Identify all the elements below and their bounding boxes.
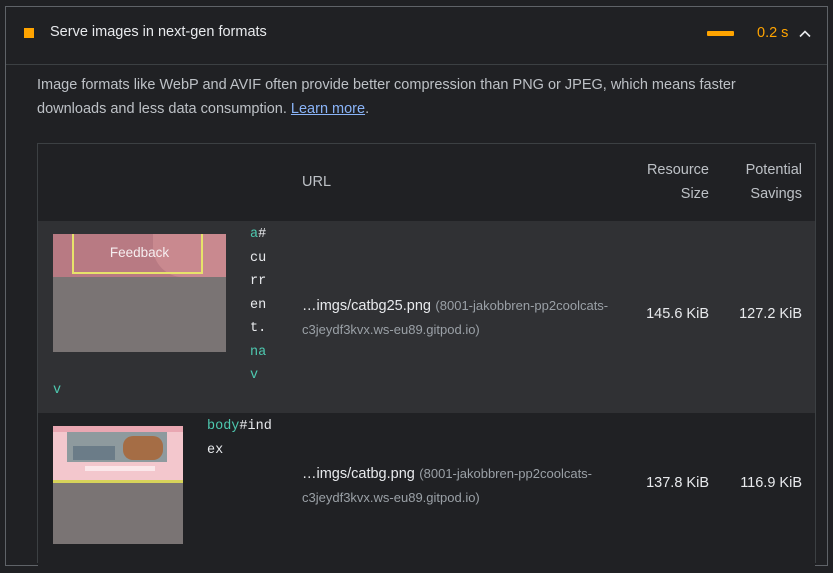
audit-panel: Serve images in next-gen formats 0.2 s I… xyxy=(5,6,828,573)
score-bar xyxy=(707,31,734,36)
column-header-resource-size: Resource Size xyxy=(598,158,709,206)
thumbnail-feedback-text: Feedback xyxy=(109,245,170,260)
description-period: . xyxy=(365,101,370,117)
warning-square-icon xyxy=(24,28,34,38)
url-path[interactable]: …imgs/catbg25.png xyxy=(302,298,431,314)
element-screenshot-thumbnail: Feedback xyxy=(53,234,226,352)
selector-tag: a xyxy=(250,227,259,242)
audit-header[interactable]: Serve images in next-gen formats 0.2 s xyxy=(6,7,827,65)
selector-tag: body xyxy=(207,419,240,434)
audit-description: Image formats like WebP and AVIF often p… xyxy=(37,73,807,121)
learn-more-link[interactable]: Learn more xyxy=(291,101,365,117)
url-path[interactable]: …imgs/catbg.png xyxy=(302,466,415,482)
selector-class: nav xyxy=(250,344,267,384)
resource-size: 145.6 KiB xyxy=(646,306,709,322)
column-header-potential-savings: Potential Savings xyxy=(718,158,802,206)
audit-title: Serve images in next-gen formats xyxy=(50,24,267,40)
score-value: 0.2 s xyxy=(757,25,789,41)
description-text: Image formats like WebP and AVIF often p… xyxy=(37,77,736,117)
table-header: URL Resource Size Potential Savings xyxy=(38,144,815,220)
column-header-resource-size-line2: Size xyxy=(680,186,709,202)
column-header-potential-savings-line1: Potential xyxy=(745,162,802,178)
selector-overflow: v xyxy=(53,383,62,398)
table-row: body#index …imgs/catbg.png (8001-jakobbr… xyxy=(38,413,815,573)
potential-savings: 116.9 KiB xyxy=(740,475,802,491)
details-table: URL Resource Size Potential Savings Feed… xyxy=(37,143,816,573)
element-screenshot-thumbnail xyxy=(53,426,183,544)
node-selector: a#current. nav xyxy=(250,223,272,388)
table-row: Feedback a#current. nav v …imgs/catbg25.p… xyxy=(38,221,815,413)
potential-savings: 127.2 KiB xyxy=(739,306,802,322)
url-cell: …imgs/catbg25.png (8001-jakobbren-pp2coo… xyxy=(302,294,612,341)
node-selector: body#index xyxy=(207,415,273,462)
column-header-url: URL xyxy=(302,174,332,190)
url-cell: …imgs/catbg.png (8001-jakobbren-pp2coolc… xyxy=(302,462,612,509)
selector-id: #current. xyxy=(250,227,267,336)
resource-size: 137.8 KiB xyxy=(646,475,709,491)
column-header-potential-savings-line2: Savings xyxy=(750,186,802,202)
column-header-resource-size-line1: Resource xyxy=(646,162,709,178)
chevron-up-icon[interactable] xyxy=(796,25,814,43)
